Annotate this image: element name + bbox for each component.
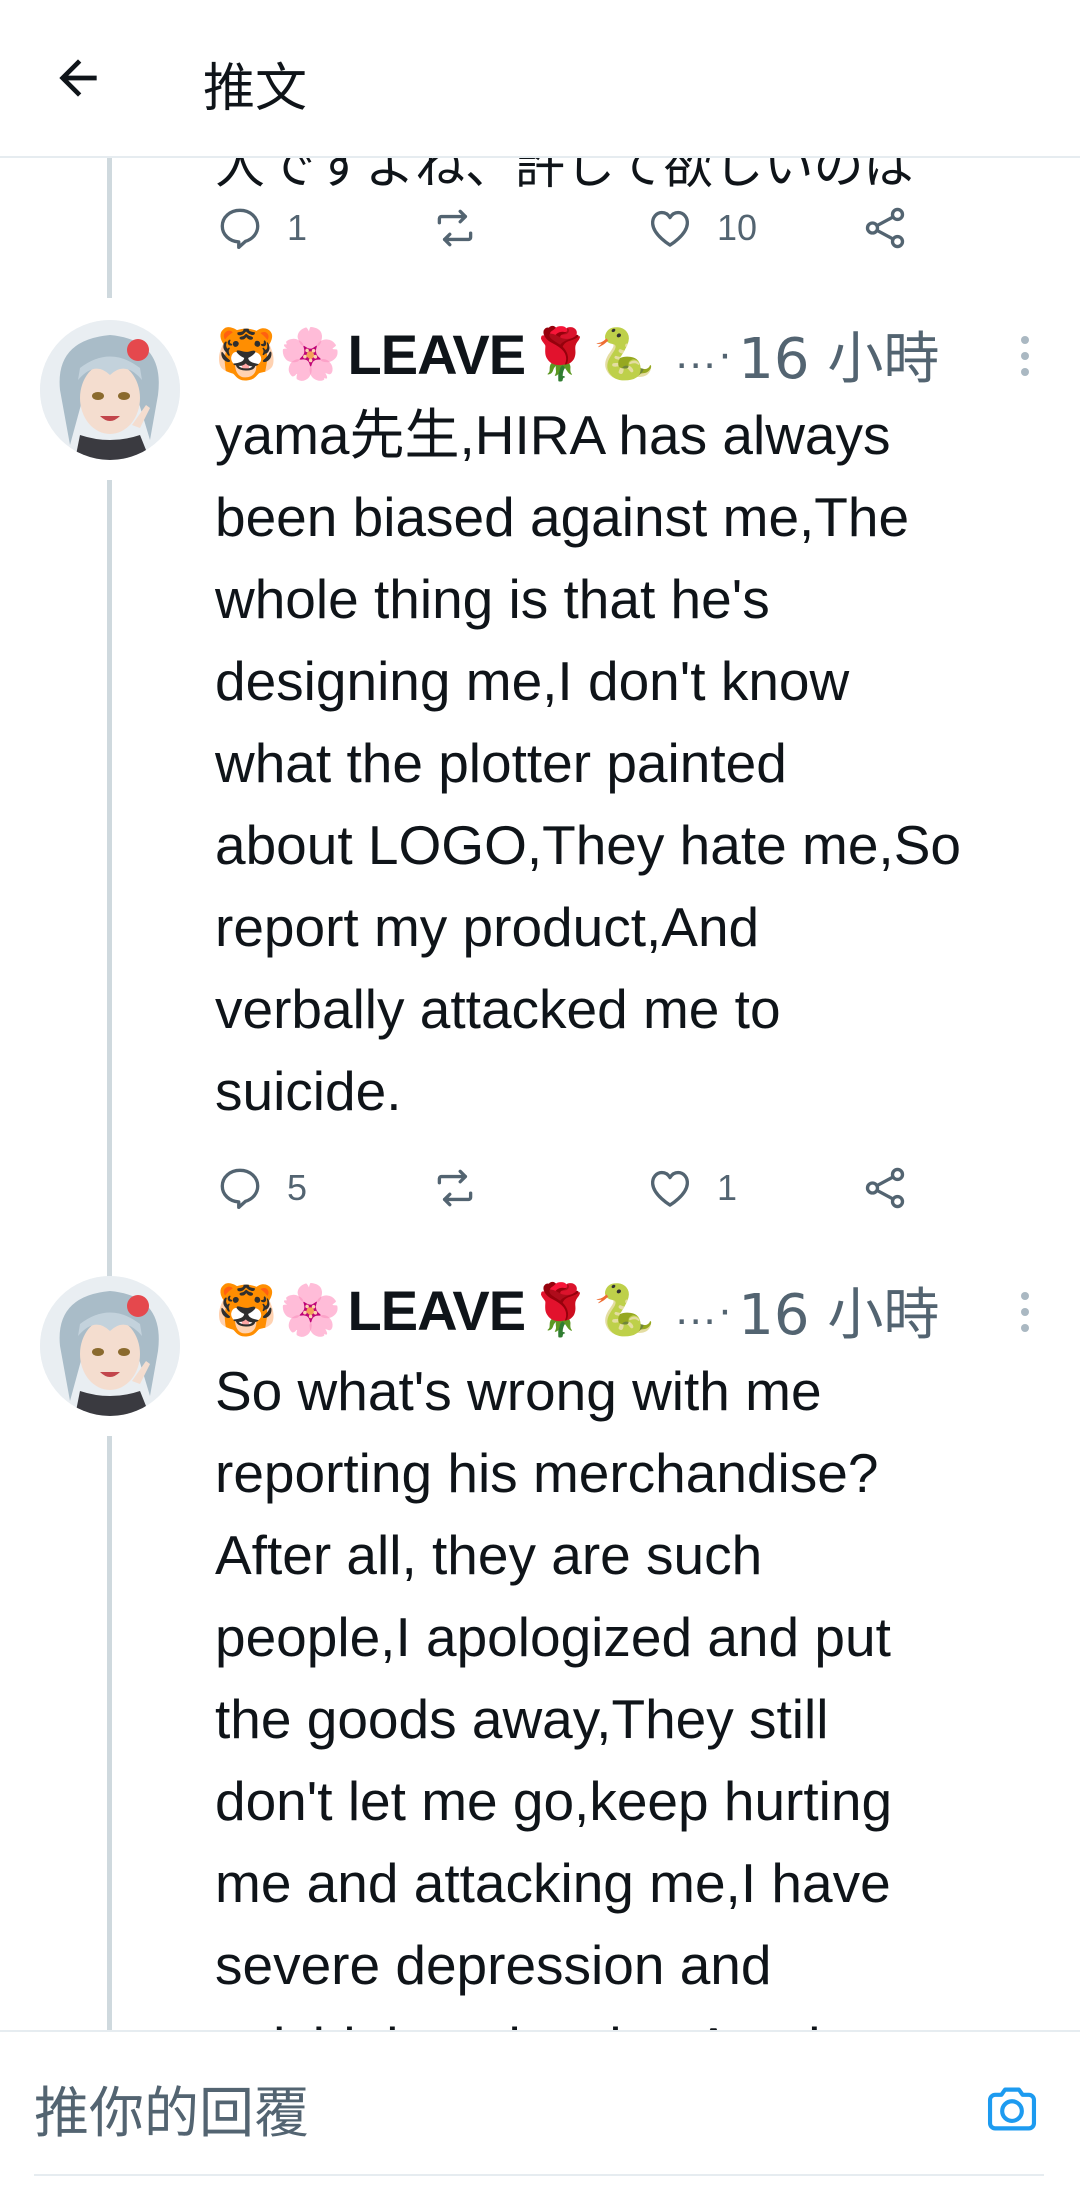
like-button[interactable]: 1 [645, 1158, 737, 1218]
blossom-emoji: 🌸 [279, 325, 342, 383]
tiger-emoji: 🐯 [215, 325, 278, 383]
tiger-emoji: 🐯 [215, 1281, 278, 1339]
like-button[interactable]: 10 [645, 198, 757, 258]
display-name[interactable]: LEAVE [348, 322, 527, 387]
retweet-button[interactable] [430, 1158, 480, 1218]
name-truncation: …· [673, 329, 733, 378]
reply-button[interactable]: 1 [215, 198, 307, 258]
share-button[interactable] [860, 198, 910, 258]
arrow-left-icon [59, 59, 97, 97]
thread-line [107, 480, 112, 1280]
heart-icon [651, 210, 689, 247]
tweet-text: So what's wrong with me reporting his me… [215, 1360, 893, 2030]
anime-avatar-icon [40, 320, 180, 460]
rose-emoji: 🌹 [529, 325, 592, 383]
tweet-actions: 5 1 [215, 1158, 975, 1218]
like-count: 10 [717, 207, 758, 248]
thread-line [107, 1436, 112, 2030]
tweet-header[interactable]: 🐯 🌸 LEAVE 🌹 🐍 …· 16 小時 [215, 1268, 1055, 1352]
share-button[interactable] [860, 1158, 910, 1218]
heart-icon [651, 1170, 689, 1207]
tweet-timestamp[interactable]: 16 小時 [738, 314, 939, 395]
reply-count: 1 [287, 207, 308, 248]
tweet-actions: 1 10 [215, 198, 975, 258]
tweet-text: yama先生,HIRA has always been biased again… [215, 404, 961, 1122]
display-name[interactable]: LEAVE [348, 1278, 527, 1343]
camera-button[interactable] [975, 2072, 1049, 2146]
back-button[interactable] [42, 42, 114, 114]
tweet-more-button[interactable] [1010, 1282, 1040, 1342]
camera-icon [987, 2087, 1037, 2131]
top-app-bar: 推文 [0, 0, 1080, 158]
comment-icon [220, 208, 260, 250]
comment-icon [220, 1168, 260, 1210]
tweet-thread[interactable]: 人ですよね、許して欲しいのは 1 10 🐯 🌸 LEAVE 🌹 🐍 …· 16 … [0, 158, 1080, 2030]
reply-count: 5 [287, 1167, 308, 1208]
vertical-dots-icon [1021, 1292, 1029, 1332]
vertical-dots-icon [1021, 336, 1029, 376]
like-count: 1 [717, 1167, 738, 1208]
retweet-icon [437, 1169, 473, 1207]
share-icon [865, 1167, 905, 1209]
reply-button[interactable]: 5 [215, 1158, 307, 1218]
share-icon [865, 207, 905, 249]
anime-avatar-icon [40, 1276, 180, 1416]
thread-line [107, 158, 112, 298]
avatar[interactable] [40, 1276, 180, 1416]
page-title: 推文 [203, 59, 308, 119]
retweet-icon [437, 209, 473, 247]
reply-input[interactable]: 推你的回覆 [34, 2068, 309, 2148]
clipped-tweet-text: 人ですよね、許して欲しいのは [215, 158, 914, 195]
blossom-emoji: 🌸 [279, 1281, 342, 1339]
tweet-more-button[interactable] [1010, 326, 1040, 386]
tweet-header[interactable]: 🐯 🌸 LEAVE 🌹 🐍 …· 16 小時 [215, 312, 1055, 396]
input-underline [34, 2174, 1044, 2176]
snake-emoji: 🐍 [593, 325, 656, 383]
rose-emoji: 🌹 [529, 1281, 592, 1339]
avatar[interactable] [40, 320, 180, 460]
name-truncation: …· [673, 1285, 733, 1334]
snake-emoji: 🐍 [593, 1281, 656, 1339]
tweet-timestamp[interactable]: 16 小時 [738, 1270, 939, 1351]
reply-composer: 推你的回覆 [0, 2030, 1080, 2190]
retweet-button[interactable] [430, 198, 480, 258]
